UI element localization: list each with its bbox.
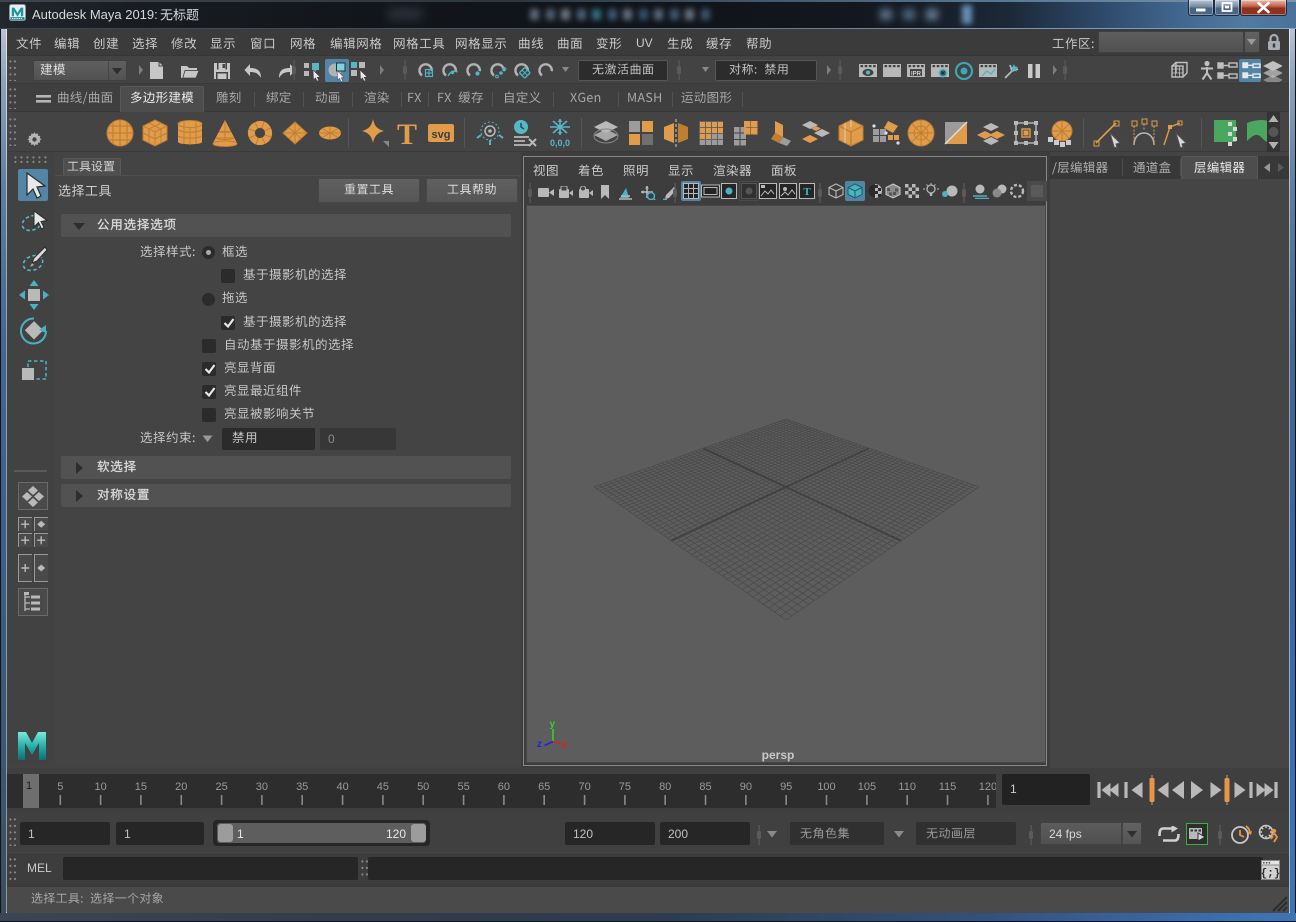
- svg-text:100: 100: [817, 781, 835, 793]
- svg-text:5: 5: [57, 781, 63, 793]
- svg-text:x: x: [562, 740, 568, 751]
- svg-text:10: 10: [94, 781, 106, 793]
- svg-text:50: 50: [417, 781, 429, 793]
- svg-text:115: 115: [939, 781, 957, 793]
- svg-text:75: 75: [619, 781, 631, 793]
- svg-text:110: 110: [898, 781, 916, 793]
- svg-text:IPR: IPR: [911, 72, 922, 78]
- svg-text:95: 95: [780, 781, 792, 793]
- svg-text:20: 20: [175, 781, 187, 793]
- svg-text:svg: svg: [432, 129, 451, 141]
- svg-text:0,0,0: 0,0,0: [550, 138, 570, 148]
- svg-text:15: 15: [135, 781, 147, 793]
- svg-text:105: 105: [858, 781, 876, 793]
- svg-text:{;}: {;}: [1261, 868, 1280, 880]
- svg-text:40: 40: [336, 781, 348, 793]
- svg-text:90: 90: [740, 781, 752, 793]
- svg-text:z: z: [537, 739, 542, 750]
- svg-text:85: 85: [699, 781, 711, 793]
- svg-text:45: 45: [377, 781, 389, 793]
- svg-text:y: y: [550, 719, 556, 730]
- svg-text:80: 80: [659, 781, 671, 793]
- svg-text:70: 70: [578, 781, 590, 793]
- svg-text:25: 25: [215, 781, 227, 793]
- svg-text:35: 35: [296, 781, 308, 793]
- svg-text:120: 120: [979, 781, 996, 793]
- svg-text:T: T: [397, 118, 417, 149]
- svg-text:T: T: [803, 186, 811, 198]
- svg-text:30: 30: [256, 781, 268, 793]
- svg-text:55: 55: [457, 781, 469, 793]
- svg-text:65: 65: [538, 781, 550, 793]
- svg-text:60: 60: [498, 781, 510, 793]
